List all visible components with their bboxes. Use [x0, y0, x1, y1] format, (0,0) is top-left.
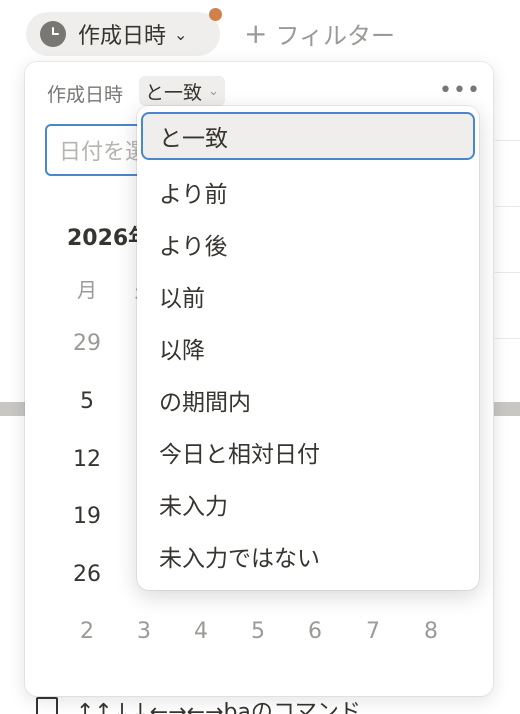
- divider: [495, 272, 520, 273]
- plus-icon: +: [244, 16, 268, 50]
- divider: [495, 140, 520, 141]
- calendar-day[interactable]: 2: [67, 619, 107, 644]
- background-band: [494, 402, 520, 416]
- menu-item-equals[interactable]: と一致: [141, 112, 475, 160]
- chevron-down-icon: ⌄: [208, 83, 219, 99]
- weekday-header: 月: [77, 278, 97, 302]
- background-band: [0, 402, 26, 416]
- calendar-day[interactable]: 8: [411, 619, 451, 644]
- calendar-day[interactable]: 5: [67, 389, 107, 414]
- more-options-icon[interactable]: •••: [439, 78, 481, 103]
- calendar-day[interactable]: 29: [67, 331, 107, 356]
- menu-item-is-not-empty[interactable]: 未入力ではない: [143, 532, 473, 580]
- calendar-day[interactable]: 26: [67, 562, 107, 587]
- menu-item-relative-to-today[interactable]: 今日と相対日付: [143, 428, 473, 476]
- divider: [495, 206, 520, 207]
- operator-dropdown-menu: と一致 より前 より後 以前 以降 の期間内 今日と相対日付 未入力 未入力では…: [137, 106, 479, 590]
- calendar-day[interactable]: 5: [238, 619, 278, 644]
- calendar-day[interactable]: 12: [67, 447, 107, 472]
- add-filter-button[interactable]: + フィルター: [244, 16, 395, 51]
- active-filter-dot: [209, 8, 222, 21]
- operator-select[interactable]: と一致 ⌄: [139, 76, 225, 106]
- menu-item-after[interactable]: より後: [143, 220, 473, 268]
- calendar-day[interactable]: 6: [295, 619, 335, 644]
- filter-property-name: 作成日時: [47, 84, 124, 106]
- created-time-filter-chip[interactable]: 作成日時 ⌄: [26, 12, 220, 56]
- menu-item-is-empty[interactable]: 未入力: [143, 480, 473, 528]
- calendar-day[interactable]: 19: [67, 504, 107, 529]
- menu-item-before[interactable]: より前: [143, 168, 473, 216]
- calendar-day[interactable]: 7: [353, 619, 393, 644]
- menu-item-within[interactable]: の期間内: [143, 376, 473, 424]
- chevron-down-icon: ⌄: [174, 24, 188, 44]
- menu-item-on-or-before[interactable]: 以前: [143, 272, 473, 320]
- operator-value: と一致: [145, 81, 203, 104]
- document-icon: [36, 697, 58, 714]
- menu-item-on-or-after[interactable]: 以降: [143, 324, 473, 372]
- filter-chip-label: 作成日時: [78, 24, 167, 49]
- divider: [495, 338, 520, 339]
- clock-icon: [40, 21, 66, 47]
- calendar-day[interactable]: 4: [181, 619, 221, 644]
- page-row[interactable]: ↑↑↓↓←→←→baのコマンド: [36, 694, 361, 714]
- page-row-title: ↑↑↓↓←→←→baのコマンド: [76, 700, 361, 714]
- calendar-day[interactable]: 3: [124, 619, 164, 644]
- add-filter-label: フィルター: [275, 22, 395, 50]
